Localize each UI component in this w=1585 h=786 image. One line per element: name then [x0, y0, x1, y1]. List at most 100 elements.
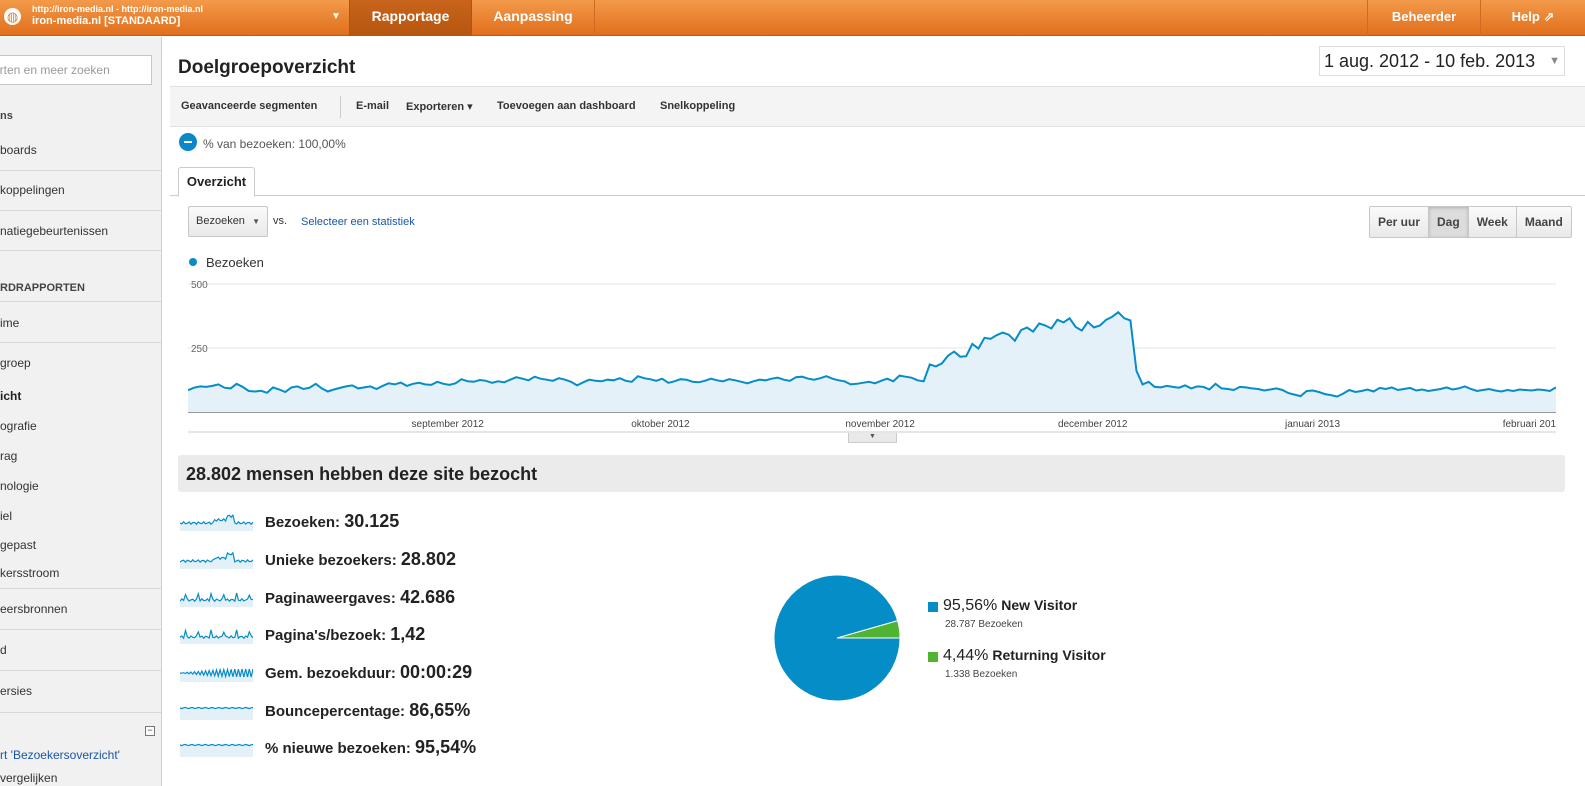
sidebar-item[interactable]: natiegebeurtenissen [0, 224, 161, 238]
metric-value: 42.686 [400, 587, 456, 607]
sidebar-item[interactable]: kersstroom [0, 566, 161, 580]
sidebar-item[interactable]: rt 'Bezoekersoverzicht' [0, 748, 161, 762]
email-button[interactable]: E-mail [356, 100, 389, 112]
export-button[interactable]: Exporteren ▾ [406, 100, 473, 113]
report-toolbar: Geavanceerde segmenten E-mail Exporteren… [170, 86, 1585, 127]
sidebar-item[interactable]: vergelijken [0, 771, 161, 785]
pie-legend-label: 95,56% New Visitor [943, 597, 1077, 615]
add-to-dashboard-button[interactable]: Toevoegen aan dashboard [497, 100, 636, 112]
sidebar-item[interactable]: ime [0, 316, 161, 330]
pie-legend-count: 1.338 Bezoeken [945, 669, 1018, 680]
collapse-icon[interactable]: − [145, 726, 155, 736]
period-maand-button[interactable]: Maand [1516, 207, 1571, 237]
metric-row[interactable]: Bezoeken: 30.125 [180, 507, 600, 533]
metric-row[interactable]: Gem. bezoekduur: 00:00:29 [180, 658, 600, 684]
sidebar-item[interactable]: ografie [0, 419, 161, 433]
metric-row[interactable]: Pagina's/bezoek: 1,42 [180, 620, 600, 646]
pie-slice-new-visitor[interactable] [773, 574, 901, 702]
sidebar-item[interactable]: eersbronnen [0, 602, 161, 616]
sidebar-item[interactable]: koppelingen [0, 183, 161, 197]
date-range-picker[interactable]: 1 aug. 2012 - 10 feb. 2013 ▼ [1319, 46, 1565, 76]
sidebar-divider [0, 250, 161, 251]
select-statistic-link[interactable]: Selecteer een statistiek [301, 216, 415, 228]
sidebar-divider [0, 629, 161, 630]
advanced-segments-button[interactable]: Geavanceerde segmenten [181, 100, 317, 112]
sidebar-item[interactable]: nologie [0, 479, 161, 493]
sidebar-divider [0, 342, 161, 343]
pie-legend-name: Returning Visitor [992, 647, 1106, 663]
x-tick-label: september 2012 [412, 419, 485, 430]
summary-bar: 28.802 mensen hebben deze site bezocht [178, 455, 1565, 492]
sparkline-area [180, 707, 253, 720]
chart-collapse-toggle[interactable]: ▼ [848, 433, 897, 443]
visitor-type-pie-chart[interactable] [772, 573, 902, 703]
sparkline-icon [180, 667, 253, 682]
sidebar-item[interactable]: groep [0, 356, 161, 370]
metric-name: Bouncepercentage: [265, 703, 406, 720]
period-week-button[interactable]: Week [1468, 207, 1517, 237]
sidebar-item[interactable]: gepast [0, 538, 161, 552]
visits-line-chart[interactable]: 500 250 september 2012 oktober 2012 november… [188, 272, 1556, 442]
shortcut-button[interactable]: Snelkoppeling [660, 100, 735, 112]
segment-pie-icon[interactable] [179, 133, 197, 151]
pie-legend-pct: 95,56% [943, 597, 998, 614]
metric-name: Pagina's/bezoek: [265, 627, 387, 644]
metric-row[interactable]: Bouncepercentage: 86,65% [180, 696, 600, 722]
toolbar-divider [340, 96, 341, 118]
nav-tab-rapportage[interactable]: Rapportage [349, 0, 472, 36]
series-area [188, 312, 1556, 412]
page-title: Doelgroepoverzicht [178, 57, 356, 78]
sidebar-item[interactable]: ersies [0, 684, 161, 698]
period-per-uur-button[interactable]: Per uur [1370, 207, 1430, 237]
sidebar-section-heading: ns [0, 110, 13, 122]
y-tick-label: 500 [191, 280, 208, 291]
globe-icon[interactable]: ◍ [4, 8, 21, 25]
sidebar-item[interactable]: icht [0, 389, 161, 403]
sidebar-item[interactable]: rag [0, 449, 161, 463]
sparkline-icon [180, 706, 253, 720]
chart-legend-bezoeken: Bezoeken [206, 255, 264, 270]
x-tick-label: oktober 2012 [631, 419, 690, 430]
sidebar-divider [0, 712, 161, 713]
metric-select[interactable]: Bezoeken ▼ [188, 206, 268, 237]
metric-name: Bezoeken: [265, 514, 341, 531]
x-tick-label: februari 2013 [1503, 419, 1556, 430]
sidebar-search-input[interactable]: orten en meer zoeken [0, 55, 152, 85]
period-dag-button[interactable]: Dag [1429, 207, 1469, 237]
metric-label: Pagina's/bezoek: 1,42 [265, 624, 425, 645]
metric-value: 28.802 [400, 549, 456, 569]
nav-tab-beheerder[interactable]: Beheerder [1367, 0, 1481, 36]
nav-tab-aanpassing[interactable]: Aanpassing [472, 0, 595, 36]
metric-name: % nieuwe bezoeken: [265, 740, 411, 757]
top-bar: ◍ http://iron-media.nl - http://iron-med… [0, 0, 1585, 36]
metric-row[interactable]: % nieuwe bezoeken: 95,54% [180, 733, 600, 759]
metric-row[interactable]: Unieke bezoekers: 28.802 [180, 545, 600, 571]
sidebar-section-heading: RDRAPPORTEN [0, 282, 85, 294]
x-tick-label: november 2012 [845, 419, 915, 430]
metric-label: Bezoeken: 30.125 [265, 511, 399, 532]
chevron-down-icon: ▼ [252, 217, 260, 226]
summary-headline: 28.802 mensen hebben deze site bezocht [186, 464, 538, 484]
sidebar-item[interactable]: d [0, 643, 161, 657]
legend-dot-icon [189, 258, 197, 266]
x-tick-label: december 2012 [1058, 419, 1128, 430]
chevron-down-icon[interactable]: ▼ [1549, 47, 1560, 75]
chevron-down-icon[interactable]: ▼ [331, 11, 341, 22]
tab-overview[interactable]: Overzicht [178, 167, 255, 197]
site-url[interactable]: http://iron-media.nl - http://iron-media… [32, 4, 203, 14]
metric-value: 00:00:29 [400, 662, 473, 682]
metric-label: Unieke bezoekers: 28.802 [265, 549, 456, 570]
sidebar-divider [0, 301, 161, 302]
sidebar-divider [0, 210, 161, 211]
sidebar-item[interactable]: iel [0, 509, 161, 523]
metric-row[interactable]: Paginaweergaves: 42.686 [180, 583, 600, 609]
nav-tab-help[interactable]: Help ⇗ [1481, 0, 1585, 36]
vs-label: vs. [273, 215, 288, 227]
site-profile-name[interactable]: iron-media.nl [STANDAARD] [32, 15, 180, 27]
sidebar-item[interactable]: boards [0, 143, 161, 157]
x-tick-label: januari 2013 [1284, 419, 1340, 430]
sparkline-icon [180, 591, 253, 607]
metric-label: % nieuwe bezoeken: 95,54% [265, 737, 476, 758]
pie-legend-pct: 4,44% [943, 647, 989, 664]
metric-value: 86,65% [409, 700, 471, 720]
